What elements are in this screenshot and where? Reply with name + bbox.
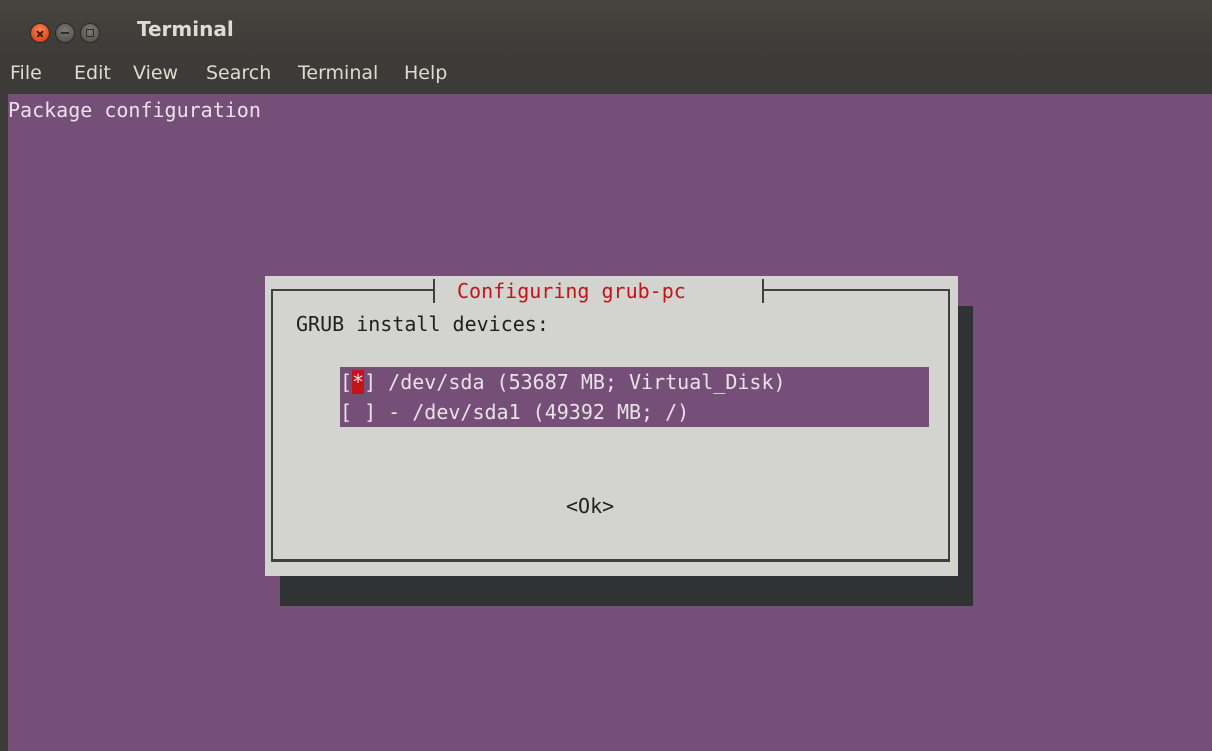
grub-dialog: Configuring grub-pc GRUB install devices… — [265, 276, 958, 576]
menu-view[interactable]: View — [133, 62, 178, 84]
title-bar[interactable]: Terminal — [0, 0, 1212, 58]
checkbox-mark[interactable]: * — [352, 370, 365, 394]
menu-edit[interactable]: Edit — [74, 62, 111, 84]
window-title: Terminal — [137, 17, 234, 41]
menu-bar: File Edit View Search Terminal Help — [0, 58, 1212, 94]
device-option-sda[interactable]: [*] /dev/sda (53687 MB; Virtual_Disk) — [340, 367, 786, 397]
device-label: /dev/sda (53687 MB; Virtual_Disk) — [376, 370, 786, 394]
package-configuration-heading: Package configuration — [8, 98, 261, 122]
close-icon[interactable] — [30, 23, 50, 43]
device-label: - /dev/sda1 (49392 MB; /) — [376, 400, 690, 424]
device-option-sda1[interactable]: [ ] - /dev/sda1 (49392 MB; /) — [340, 397, 689, 427]
checkbox[interactable]: [ ] — [340, 400, 376, 424]
minimize-icon[interactable] — [55, 23, 75, 43]
dialog-title: Configuring grub-pc — [457, 279, 686, 303]
menu-terminal[interactable]: Terminal — [298, 62, 378, 84]
checkbox-close-bracket: ] — [364, 370, 377, 394]
menu-file[interactable]: File — [10, 62, 42, 84]
terminal-window: Terminal File Edit View Search Terminal … — [0, 0, 1212, 751]
menu-search[interactable]: Search — [206, 62, 271, 84]
ok-button[interactable]: <Ok> — [566, 491, 614, 521]
dialog-prompt: GRUB install devices: — [296, 312, 549, 336]
menu-help[interactable]: Help — [404, 62, 447, 84]
terminal-area[interactable]: Package configuration Configuring grub-p… — [8, 94, 1212, 751]
checkbox-open-bracket: [ — [340, 370, 353, 394]
maximize-icon[interactable] — [80, 23, 100, 43]
dialog-title-box: Configuring grub-pc — [433, 276, 764, 306]
device-list[interactable]: [*] /dev/sda (53687 MB; Virtual_Disk) [ … — [340, 367, 929, 427]
